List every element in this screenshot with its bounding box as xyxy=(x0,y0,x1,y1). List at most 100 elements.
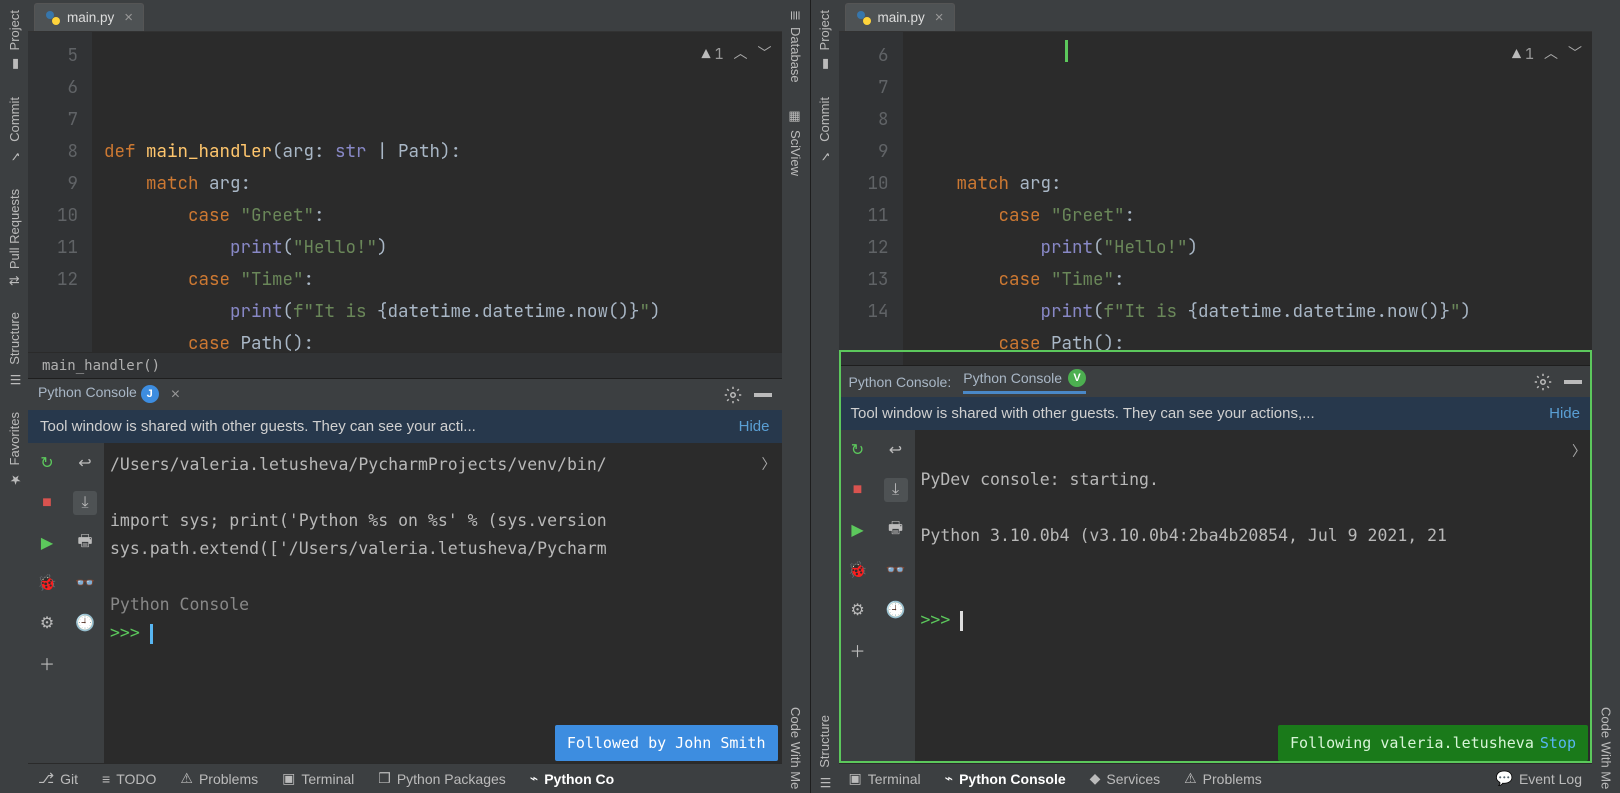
editor-inspections[interactable]: ▲1 ︿ ﹀ xyxy=(701,38,771,70)
add-icon[interactable]: ＋ xyxy=(35,651,59,675)
code-right[interactable]: ▲1 ︿ ﹀ match arg: case "Greet": print("H… xyxy=(903,32,1593,365)
debug-icon[interactable]: 🐞 xyxy=(846,558,870,582)
bottom-terminal[interactable]: ▣Terminal xyxy=(849,770,921,787)
editor-left[interactable]: 56789101112 ▲1 ︿ ﹀ def main_handler(arg:… xyxy=(28,32,782,352)
bottom-pyconsole[interactable]: ⌁Python Console xyxy=(945,770,1066,787)
warning-badge[interactable]: ▲1 xyxy=(701,38,723,70)
chevron-down-icon[interactable]: ﹀ xyxy=(1568,38,1582,70)
console-output-left[interactable]: /Users/valeria.letusheva/PycharmProjects… xyxy=(104,443,782,763)
python-icon xyxy=(45,10,61,26)
console-title[interactable]: Python Console J xyxy=(38,384,159,406)
packages-icon: ❒ xyxy=(378,770,391,787)
chevron-up-icon[interactable]: ︿ xyxy=(734,38,748,70)
console-tools-col1: ↻ ■ ▶ 🐞 ⚙ ＋ xyxy=(839,430,877,763)
editor-tabbar-right: main.py × xyxy=(839,0,1593,32)
side-favorites[interactable]: ★Favorites xyxy=(5,408,24,490)
softwrap-icon[interactable]: ↩ xyxy=(73,451,97,475)
services-icon: ◆ xyxy=(1090,770,1101,787)
code-left[interactable]: ▲1 ︿ ﹀ def main_handler(arg: str | Path)… xyxy=(92,32,782,352)
gear-icon[interactable] xyxy=(1534,373,1552,391)
variables-icon[interactable]: 👓 xyxy=(884,558,908,582)
chevron-up-icon[interactable]: ︿ xyxy=(1544,38,1558,70)
bottom-problems[interactable]: ⚠Problems xyxy=(180,770,258,787)
share-notice-left: Tool window is shared with other guests.… xyxy=(28,410,782,443)
chevron-right-icon[interactable]: 〉 xyxy=(762,451,776,479)
stop-icon[interactable]: ■ xyxy=(35,491,59,515)
gear-icon[interactable] xyxy=(724,386,742,404)
rerun-icon[interactable]: ↻ xyxy=(846,438,870,462)
following-badge[interactable]: Following valeria.letushevaStop xyxy=(1278,725,1588,761)
bottom-pkgs[interactable]: ❒Python Packages xyxy=(378,770,506,787)
prompt: >>> xyxy=(110,623,150,642)
caret xyxy=(960,611,963,631)
debug-icon[interactable]: 🐞 xyxy=(35,571,59,595)
notice-text: Tool window is shared with other guests.… xyxy=(40,418,476,435)
bottom-pyconsole[interactable]: ⌁Python Co xyxy=(530,770,614,787)
tab-label: main.py xyxy=(67,10,114,25)
side-commit[interactable]: ✓Commit xyxy=(5,93,24,167)
stop-icon[interactable]: ■ xyxy=(846,478,870,502)
branch-icon: ⎇ xyxy=(38,770,54,787)
print-icon[interactable]: 🖶 xyxy=(73,531,97,555)
history-icon[interactable]: 🕘 xyxy=(73,611,97,635)
console-body-right: ↻ ■ ▶ 🐞 ⚙ ＋ ↩ ⤓ 🖶 👓 🕘 xyxy=(839,430,1593,763)
side-database[interactable]: ≣Database xyxy=(786,6,805,87)
rerun-icon[interactable]: ↻ xyxy=(35,451,59,475)
editor-right[interactable]: 67891011121314 ▲1 ︿ ﹀ match arg: case "G… xyxy=(839,32,1593,365)
print-icon[interactable]: 🖶 xyxy=(884,518,908,542)
side-sciview[interactable]: ▦SciView xyxy=(786,105,805,180)
bottom-git[interactable]: ⎇Git xyxy=(38,770,78,787)
minimize-icon[interactable] xyxy=(1564,380,1582,384)
bottom-eventlog[interactable]: 💬Event Log xyxy=(1496,770,1583,787)
user-badge-v: V xyxy=(1068,369,1086,387)
scroll-end-icon[interactable]: ⤓ xyxy=(884,478,908,502)
softwrap-icon[interactable]: ↩ xyxy=(884,438,908,462)
console-tab-active[interactable]: Python Console V xyxy=(963,369,1086,394)
prompt: >>> xyxy=(921,610,961,629)
bottom-terminal[interactable]: ▣Terminal xyxy=(282,770,354,787)
file-tab-main[interactable]: main.py × xyxy=(845,3,955,31)
share-notice-right: Tool window is shared with other guests.… xyxy=(839,397,1593,430)
close-icon[interactable]: × xyxy=(935,9,944,26)
chevron-right-icon[interactable]: 〉 xyxy=(1572,438,1586,466)
remote-caret xyxy=(1065,40,1068,62)
run-icon[interactable]: ▶ xyxy=(35,531,59,555)
run-icon[interactable]: ▶ xyxy=(846,518,870,542)
commit-icon: ✓ xyxy=(817,148,832,163)
followed-badge[interactable]: Followed by John Smith xyxy=(555,725,778,761)
breadcrumb[interactable]: main_handler() xyxy=(28,352,782,378)
hide-link[interactable]: Hide xyxy=(1549,405,1580,422)
history-icon[interactable]: 🕘 xyxy=(884,598,908,622)
bottom-services[interactable]: ◆Services xyxy=(1090,770,1160,787)
console-output-right[interactable]: 〉 PyDev console: starting. Python 3.10.0… xyxy=(915,430,1593,763)
variables-icon[interactable]: 👓 xyxy=(73,571,97,595)
console-body-left: ↻ ■ ▶ 🐞 ⚙ ＋ ↩ ⤓ 🖶 👓 🕘 xyxy=(28,443,782,763)
minimize-icon[interactable] xyxy=(754,393,772,397)
warning-icon: ⚠ xyxy=(1184,770,1197,787)
side-structure[interactable]: ☰Structure xyxy=(815,711,834,793)
notice-text: Tool window is shared with other guests.… xyxy=(851,405,1315,422)
bottom-todo[interactable]: ≡TODO xyxy=(102,771,156,787)
hide-link[interactable]: Hide xyxy=(739,418,770,435)
editor-inspections[interactable]: ▲1 ︿ ﹀ xyxy=(1512,38,1582,70)
bottom-problems[interactable]: ⚠Problems xyxy=(1184,770,1262,787)
stop-following-link[interactable]: Stop xyxy=(1540,734,1576,752)
scroll-end-icon[interactable]: ⤓ xyxy=(73,491,97,515)
side-commit[interactable]: ✓Commit xyxy=(815,93,834,167)
warning-badge[interactable]: ▲1 xyxy=(1512,38,1534,70)
add-icon[interactable]: ＋ xyxy=(846,638,870,662)
side-structure[interactable]: ☰Structure xyxy=(5,308,24,390)
close-icon[interactable]: × xyxy=(124,9,133,26)
settings-icon[interactable]: ⚙ xyxy=(846,598,870,622)
left-side-strip-r: ≣Database ▦SciView Code With Me xyxy=(782,0,810,793)
python-icon: ⌁ xyxy=(945,770,953,787)
side-codewithme[interactable]: Code With Me xyxy=(1597,703,1616,793)
side-pull[interactable]: ⇅Pull Requests xyxy=(5,185,24,290)
side-codewithme[interactable]: Code With Me xyxy=(786,703,805,793)
side-project[interactable]: ▮Project xyxy=(815,6,834,75)
side-project[interactable]: ▮Project xyxy=(5,6,24,75)
close-icon[interactable]: × xyxy=(171,386,180,404)
chevron-down-icon[interactable]: ﹀ xyxy=(758,38,772,70)
settings-icon[interactable]: ⚙ xyxy=(35,611,59,635)
file-tab-main[interactable]: main.py × xyxy=(34,3,144,31)
